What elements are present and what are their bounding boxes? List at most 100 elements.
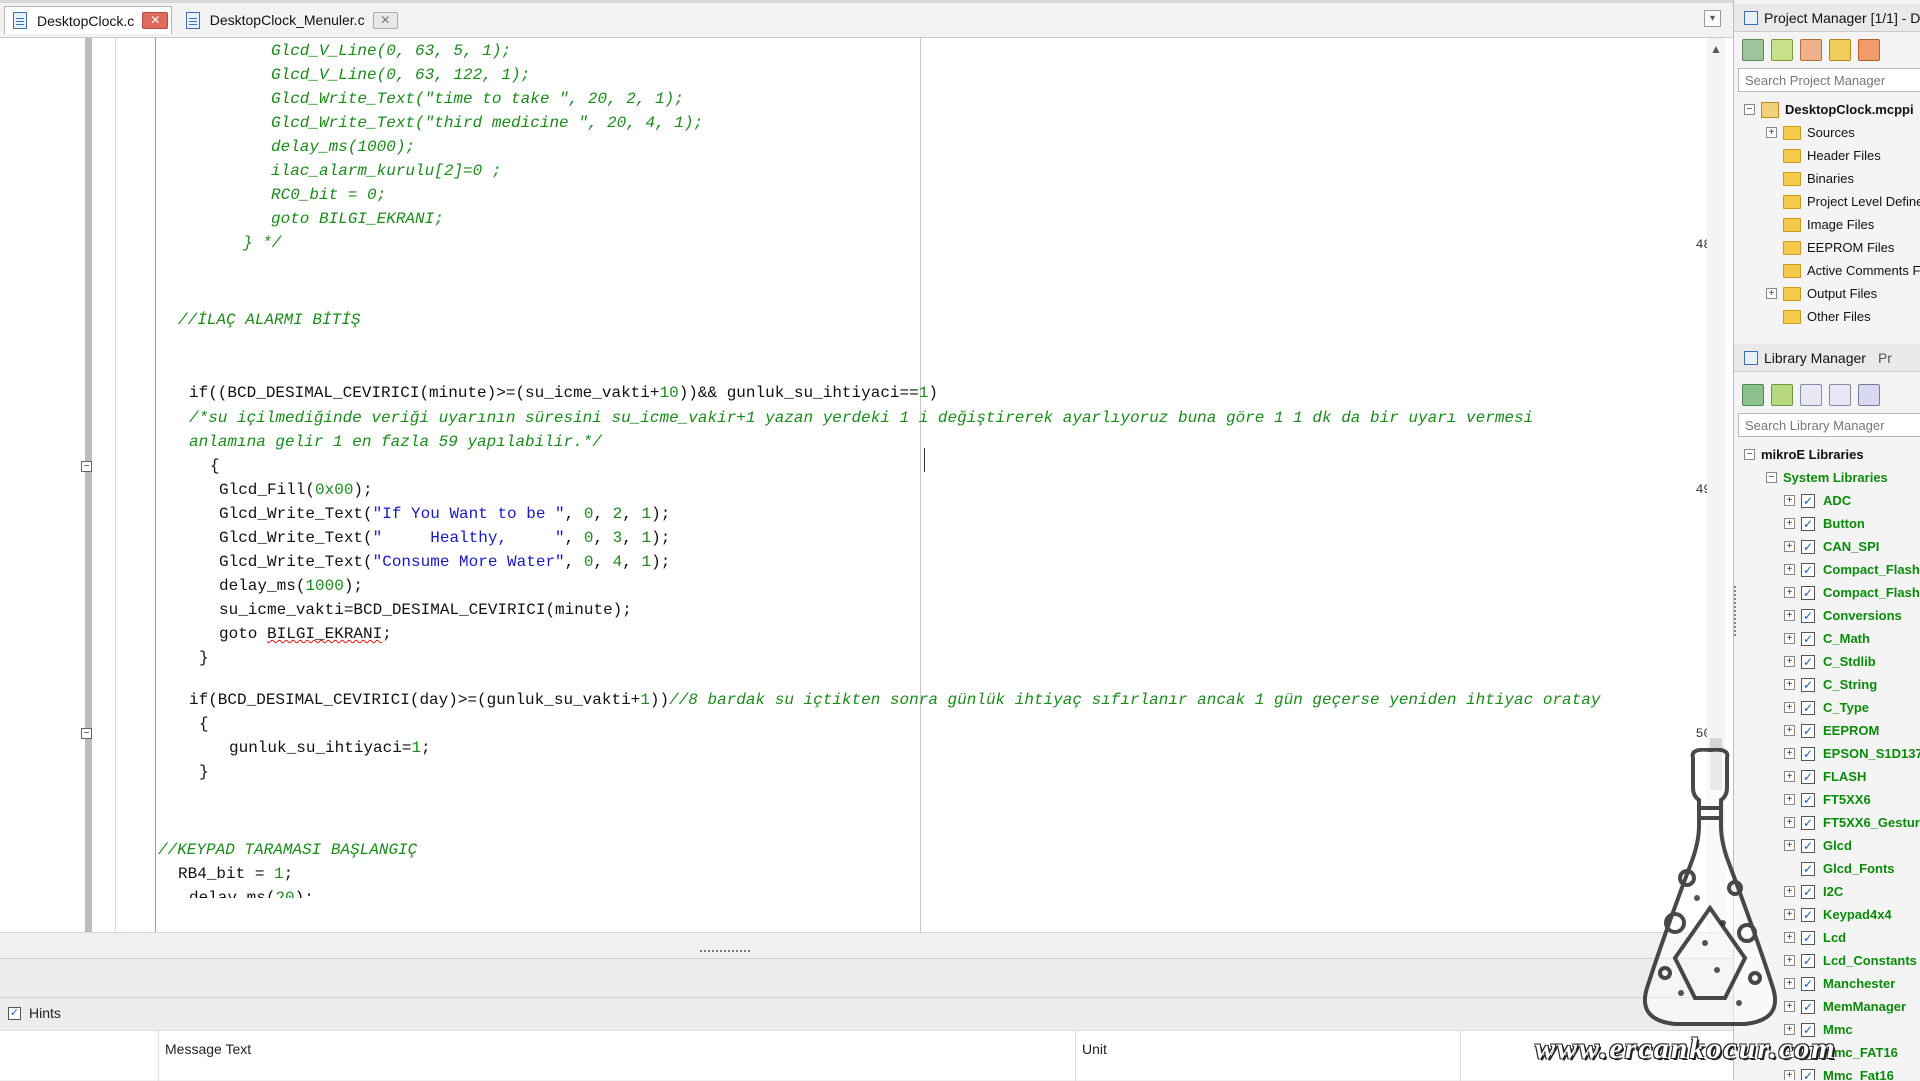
library-item[interactable]: + ✓ FT5XX6_Gestures: [1784, 811, 1920, 834]
library-item[interactable]: + ✓ Manchester: [1784, 972, 1895, 995]
checkbox-checked-icon[interactable]: ✓: [1801, 585, 1815, 600]
add-file-icon[interactable]: [1829, 39, 1851, 61]
library-item[interactable]: + ✓ Button: [1784, 512, 1865, 535]
tree-folder-output-files[interactable]: + Output Files: [1766, 282, 1877, 305]
library-item[interactable]: + ✓ C_Math: [1784, 627, 1870, 650]
tree-folder-binaries[interactable]: Binaries: [1783, 167, 1854, 190]
open-project-icon[interactable]: [1771, 39, 1793, 61]
expand-icon[interactable]: +: [1784, 541, 1795, 552]
panel-resize-grip[interactable]: [1734, 586, 1738, 636]
expand-icon[interactable]: +: [1784, 886, 1795, 897]
checkbox-checked-icon[interactable]: ✓: [1801, 723, 1815, 738]
tree-folder-header-files[interactable]: Header Files: [1783, 144, 1881, 167]
expand-icon[interactable]: +: [1784, 587, 1795, 598]
column-message-text[interactable]: Message Text: [165, 1041, 251, 1057]
checkbox-checked-icon[interactable]: ✓: [1801, 930, 1815, 945]
checkbox-checked-icon[interactable]: ✓: [8, 1006, 21, 1020]
library-item[interactable]: + ✓ FT5XX6: [1784, 788, 1871, 811]
uncheck-all-icon[interactable]: [1829, 384, 1851, 406]
library-item[interactable]: + ✓ EPSON_S1D13700: [1784, 742, 1920, 765]
expand-icon[interactable]: +: [1784, 495, 1795, 506]
expand-icon[interactable]: +: [1784, 1070, 1795, 1080]
expand-icon[interactable]: +: [1784, 679, 1795, 690]
checkbox-checked-icon[interactable]: ✓: [1801, 953, 1815, 968]
expand-icon[interactable]: +: [1784, 610, 1795, 621]
tree-mikroe-libraries[interactable]: − mikroE Libraries: [1744, 443, 1864, 466]
check-all-icon[interactable]: [1800, 384, 1822, 406]
checkbox-checked-icon[interactable]: ✓: [1801, 792, 1815, 807]
expand-icon[interactable]: +: [1784, 771, 1795, 782]
library-item[interactable]: + ✓ Glcd: [1784, 834, 1852, 857]
close-tab-icon[interactable]: ✕: [142, 12, 169, 29]
library-item[interactable]: + ✓ I2C: [1784, 880, 1843, 903]
project-root-node[interactable]: − DesktopClock.mcppi: [1744, 98, 1914, 121]
checkbox-checked-icon[interactable]: ✓: [1801, 1068, 1815, 1080]
checkbox-checked-icon[interactable]: ✓: [1801, 884, 1815, 899]
checkbox-checked-icon[interactable]: ✓: [1801, 493, 1815, 508]
library-manager-header[interactable]: Library Manager Pr: [1734, 344, 1920, 372]
library-item[interactable]: + ✓ Conversions: [1784, 604, 1902, 627]
expand-icon[interactable]: +: [1784, 817, 1795, 828]
rebuild-icon[interactable]: [1771, 384, 1793, 406]
library-item[interactable]: + ✓ MemManager: [1784, 995, 1906, 1018]
remove-file-icon[interactable]: [1858, 39, 1880, 61]
tree-folder-active-comments[interactable]: Active Comments Files: [1783, 259, 1920, 282]
hints-toggle[interactable]: ✓ Hints: [8, 998, 61, 1028]
expand-icon[interactable]: +: [1784, 702, 1795, 713]
library-item[interactable]: + ✓ Lcd_Constants: [1784, 949, 1917, 972]
expand-icon[interactable]: +: [1784, 840, 1795, 851]
expand-icon[interactable]: +: [1766, 288, 1777, 299]
checkbox-checked-icon[interactable]: ✓: [1801, 608, 1815, 623]
library-item[interactable]: + ✓ Compact_Flash: [1784, 558, 1920, 581]
checkbox-checked-icon[interactable]: ✓: [1801, 976, 1815, 991]
library-item[interactable]: +✓Glcd_Fonts: [1784, 857, 1895, 880]
library-manager-search-input[interactable]: Search Library Manager: [1738, 413, 1920, 437]
checkbox-checked-icon[interactable]: ✓: [1801, 654, 1815, 669]
library-item[interactable]: + ✓ Compact_Flash_FAT: [1784, 581, 1920, 604]
library-item[interactable]: + ✓ CAN_SPI: [1784, 535, 1879, 558]
expand-icon[interactable]: +: [1784, 1001, 1795, 1012]
expand-icon[interactable]: +: [1784, 955, 1795, 966]
expand-icon[interactable]: +: [1784, 978, 1795, 989]
checkbox-checked-icon[interactable]: ✓: [1801, 999, 1815, 1014]
library-item[interactable]: + ✓ Mmc_Fat16: [1784, 1064, 1894, 1080]
tree-folder-image-files[interactable]: Image Files: [1783, 213, 1874, 236]
close-tab-icon[interactable]: ✕: [372, 11, 398, 29]
expand-icon[interactable]: +: [1784, 725, 1795, 736]
library-item[interactable]: + ✓ EEPROM: [1784, 719, 1879, 742]
library-item[interactable]: + ✓ ADC: [1784, 489, 1851, 512]
checkbox-checked-icon[interactable]: ✓: [1801, 861, 1815, 876]
panel-splitter-grip[interactable]: [700, 950, 750, 954]
code-lines[interactable]: Glcd_V_Line(0, 63, 5, 1); Glcd_V_Line(0,…: [0, 38, 1733, 933]
library-options-icon[interactable]: [1858, 384, 1880, 406]
expand-icon[interactable]: +: [1784, 748, 1795, 759]
checkbox-checked-icon[interactable]: ✓: [1801, 562, 1815, 577]
collapse-icon[interactable]: −: [1744, 104, 1755, 115]
expand-icon[interactable]: +: [1784, 909, 1795, 920]
second-panel-tab[interactable]: Pr: [1878, 350, 1892, 366]
expand-icon[interactable]: +: [1784, 656, 1795, 667]
expand-icon[interactable]: +: [1784, 518, 1795, 529]
refresh-icon[interactable]: [1742, 384, 1764, 406]
tree-folder-project-level-defines[interactable]: Project Level Defines: [1783, 190, 1920, 213]
collapse-icon[interactable]: −: [1766, 472, 1777, 483]
library-item[interactable]: + ✓ C_String: [1784, 673, 1877, 696]
library-item[interactable]: + ✓ Lcd: [1784, 926, 1846, 949]
editor-horizontal-scrollbar[interactable]: ‹: [0, 932, 1720, 933]
checkbox-checked-icon[interactable]: ✓: [1801, 838, 1815, 853]
tree-system-libraries[interactable]: − System Libraries: [1766, 466, 1888, 489]
project-manager-header[interactable]: Project Manager [1/1] - D: [1734, 4, 1920, 32]
checkbox-checked-icon[interactable]: ✓: [1801, 746, 1815, 761]
project-manager-search-input[interactable]: Search Project Manager: [1738, 68, 1920, 92]
checkbox-checked-icon[interactable]: ✓: [1801, 516, 1815, 531]
expand-icon[interactable]: +: [1784, 564, 1795, 575]
checkbox-checked-icon[interactable]: ✓: [1801, 815, 1815, 830]
new-project-icon[interactable]: [1742, 39, 1764, 61]
checkbox-checked-icon[interactable]: ✓: [1801, 677, 1815, 692]
checkbox-checked-icon[interactable]: ✓: [1801, 631, 1815, 646]
expand-icon[interactable]: +: [1784, 633, 1795, 644]
tab-list-chevron-icon[interactable]: ▾: [1704, 10, 1721, 27]
checkbox-checked-icon[interactable]: ✓: [1801, 539, 1815, 554]
close-project-icon[interactable]: [1800, 39, 1822, 61]
expand-icon[interactable]: +: [1784, 794, 1795, 805]
